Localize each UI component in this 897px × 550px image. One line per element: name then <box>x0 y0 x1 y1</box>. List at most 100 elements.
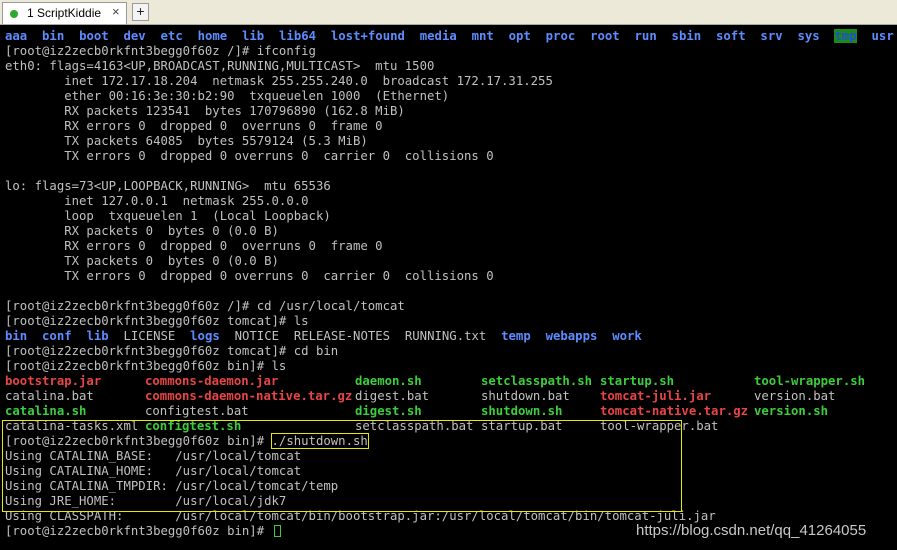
shutdown-command: ./shutdown.sh <box>270 433 369 449</box>
file-entry: version.sh <box>754 404 829 418</box>
file-entry: catalina.bat <box>5 389 94 403</box>
prompt: [root@iz2zecb0rkfnt3begg0f60z bin]# <box>5 434 272 448</box>
terminal-line: TX errors 0 dropped 0 overruns 0 carrier… <box>5 149 494 163</box>
file-entry: logs <box>190 329 220 343</box>
watermark: https://blog.csdn.net/qq_41264055 <box>636 522 867 539</box>
file-entry: configtest.bat <box>145 404 249 418</box>
tomcat-listing: bin conf lib LICENSE logs NOTICE RELEASE… <box>5 329 897 344</box>
file-row: bootstrap.jar commons-daemon.jar daemon.sh… <box>5 374 897 389</box>
file-entry: commons-daemon.jar <box>145 374 279 388</box>
bin-listing: bootstrap.jar commons-daemon.jar daemon.sh… <box>5 374 897 434</box>
file-entry: temp <box>501 329 531 343</box>
terminal-line: TX packets 64085 bytes 5579124 (5.3 MiB) <box>5 134 368 148</box>
directory-entry: aaa <box>5 29 28 43</box>
ifconfig-block: [root@iz2zecb0rkfnt3begg0f60z /]# ifconf… <box>5 44 897 329</box>
terminal-line: [root@iz2zecb0rkfnt3begg0f60z tomcat]# c… <box>5 344 339 358</box>
final-prompt: [root@iz2zecb0rkfnt3begg0f60z bin]# <box>5 524 272 538</box>
file-entry: tool-wrapper.bat <box>600 419 719 433</box>
terminal-line: RX errors 0 dropped 0 overruns 0 frame 0 <box>5 239 383 253</box>
terminal-line: RX errors 0 dropped 0 overruns 0 frame 0 <box>5 119 383 133</box>
directory-entry: lib64 <box>279 29 317 43</box>
terminal-line: TX errors 0 dropped 0 overruns 0 carrier… <box>5 269 494 283</box>
directory-entry: sys <box>797 29 820 43</box>
directory-entry: run <box>634 29 657 43</box>
directory-entry: lib <box>242 29 265 43</box>
text-cursor <box>273 525 281 537</box>
terminal-line: loop txqueuelen 1 (Local Loopback) <box>5 209 331 223</box>
output-line: Using CATALINA_HOME: /usr/local/tomcat <box>5 464 302 478</box>
file-row: catalina-tasks.xml configtest.sh setclassp… <box>5 419 897 434</box>
new-tab-button[interactable]: + <box>132 3 149 21</box>
output-line: Using CATALINA_TMPDIR: /usr/local/tomcat… <box>5 479 339 493</box>
directory-entry: soft <box>715 29 746 43</box>
output-line: Using CATALINA_BASE: /usr/local/tomcat <box>5 449 302 463</box>
file-entry: catalina-tasks.xml <box>5 419 139 433</box>
output-line: Using JRE_HOME: /usr/local/jdk7 <box>5 494 287 508</box>
session-status-icon <box>10 10 18 18</box>
terminal-line: ether 00:16:3e:30:b2:90 txqueuelen 1000 … <box>5 89 450 103</box>
file-entry: conf <box>42 329 72 343</box>
directory-entry: etc <box>160 29 183 43</box>
directory-entry: opt <box>508 29 531 43</box>
file-entry: tomcat-native.tar.gz <box>600 404 749 418</box>
file-entry: bin <box>5 329 28 343</box>
directory-entry: lost+found <box>330 29 405 43</box>
directory-entry: mnt <box>471 29 494 43</box>
terminal-line: [root@iz2zecb0rkfnt3begg0f60z bin]# ls <box>5 359 287 373</box>
directory-entry: home <box>197 29 228 43</box>
file-entry: shutdown.sh <box>481 404 563 418</box>
file-entry: catalina.sh <box>5 404 87 418</box>
shutdown-command-line: [root@iz2zecb0rkfnt3begg0f60z bin]# ./sh… <box>5 433 897 449</box>
file-entry: setclasspath.sh <box>481 374 593 388</box>
file-entry: digest.bat <box>355 389 430 403</box>
file-entry: RELEASE-NOTES <box>293 329 391 343</box>
file-entry: NOTICE <box>234 329 279 343</box>
directory-entry: proc <box>545 29 576 43</box>
terminal-line: TX packets 0 bytes 0 (0.0 B) <box>5 254 279 268</box>
terminal-tab[interactable]: 1 ScriptKiddie × <box>2 2 127 24</box>
file-entry: startup.bat <box>481 419 563 433</box>
terminal-line: [root@iz2zecb0rkfnt3begg0f60z tomcat]# l… <box>5 314 309 328</box>
file-entry: work <box>612 329 642 343</box>
file-entry: tool-wrapper.sh <box>754 374 866 388</box>
terminal-line: RX packets 123541 bytes 170796890 (162.8… <box>5 104 405 118</box>
directory-entry: boot <box>79 29 109 43</box>
close-icon[interactable]: × <box>112 4 120 19</box>
file-entry: daemon.sh <box>355 374 422 388</box>
terminal-line: RX packets 0 bytes 0 (0.0 B) <box>5 224 279 238</box>
file-row: catalina.sh configtest.bat digest.sh shutdo… <box>5 404 897 419</box>
file-entry: setclasspath.bat <box>355 419 474 433</box>
terminal-line: [root@iz2zecb0rkfnt3begg0f60z /]# cd /us… <box>5 299 405 313</box>
directory-entry: sbin <box>671 29 702 43</box>
file-entry: shutdown.bat <box>481 389 570 403</box>
terminal-line: lo: flags=73<UP,LOOPBACK,RUNNING> mtu 65… <box>5 179 331 193</box>
shutdown-output: Using CATALINA_BASE: /usr/local/tomcat Us… <box>5 449 897 524</box>
file-entry: RUNNING.txt <box>404 329 487 343</box>
tab-bar: 1 ScriptKiddie × + <box>0 0 897 25</box>
directory-entry: tmp <box>834 29 857 43</box>
file-entry: lib <box>86 329 109 343</box>
directory-entry: root <box>590 29 620 43</box>
file-entry: bootstrap.jar <box>5 374 102 388</box>
file-entry: LICENSE <box>123 329 176 343</box>
file-entry: configtest.sh <box>145 419 242 433</box>
file-entry: tomcat-juli.jar <box>600 389 712 403</box>
tab-label: 1 ScriptKiddie <box>27 6 102 20</box>
file-entry: digest.sh <box>355 404 422 418</box>
file-entry: webapps <box>545 329 598 343</box>
directory-entry: srv <box>760 29 783 43</box>
cd-bin-block: [root@iz2zecb0rkfnt3begg0f60z tomcat]# c… <box>5 344 897 374</box>
terminal-output[interactable]: aaa bin boot dev etc home lib lib64 lost… <box>5 29 897 550</box>
file-entry: version.bat <box>754 389 836 403</box>
directory-entry: usr <box>871 29 894 43</box>
file-row: catalina.bat commons-daemon-native.tar.gz… <box>5 389 897 404</box>
directory-entry: media <box>419 29 457 43</box>
root-listing: aaa bin boot dev etc home lib lib64 lost… <box>5 29 897 44</box>
terminal-line: [root@iz2zecb0rkfnt3begg0f60z /]# ifconf… <box>5 44 316 58</box>
terminal-line: inet 127.0.0.1 netmask 255.0.0.0 <box>5 194 309 208</box>
terminal-line: eth0: flags=4163<UP,BROADCAST,RUNNING,MU… <box>5 59 435 73</box>
directory-entry: bin <box>42 29 65 43</box>
file-entry: startup.sh <box>600 374 675 388</box>
